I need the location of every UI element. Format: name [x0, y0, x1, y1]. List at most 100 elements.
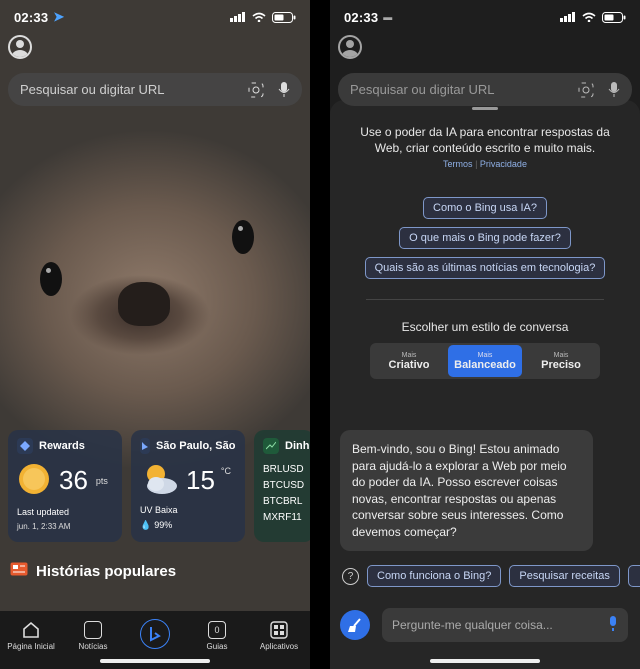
search-placeholder: Pesquisar ou digitar URL	[350, 82, 495, 97]
rewards-card[interactable]: Rewards 36 pts Last updated jun. 1, 2:33…	[8, 430, 122, 542]
ticker-item: BTCUSD	[263, 480, 305, 491]
home-indicator	[430, 659, 540, 663]
microphone-icon[interactable]	[608, 615, 618, 635]
status-time: 02:33	[344, 9, 379, 25]
apps-grid-icon	[270, 621, 288, 639]
status-icons	[560, 11, 626, 23]
wifi-icon	[252, 12, 266, 22]
tab-bing[interactable]	[130, 619, 180, 649]
tab-tabs[interactable]: 0 Guias	[192, 621, 242, 651]
widget-cards: Rewards 36 pts Last updated jun. 1, 2:33…	[8, 430, 310, 542]
tab-apps[interactable]: Aplicativos	[254, 621, 304, 651]
terms-link[interactable]: Termos	[443, 159, 473, 169]
chat-input[interactable]: Pergunte-me qualquer coisa...	[382, 608, 628, 642]
style-creative-button[interactable]: Mais Criativo	[372, 345, 446, 377]
style-heading: Escolher um estilo de conversa	[401, 320, 569, 334]
microphone-icon[interactable]	[278, 81, 290, 98]
battery-icon	[272, 11, 296, 23]
tab-tabs-label: Guias	[206, 642, 228, 651]
legal-links: Termos | Privacidade	[443, 159, 527, 169]
profile-avatar-icon[interactable]	[338, 35, 362, 59]
home-indicator	[100, 659, 210, 663]
weather-temp: 15	[186, 465, 215, 495]
conversation-style-selector: Mais Criativo Mais Balanceado Mais Preciso	[330, 343, 640, 379]
status-icons	[230, 11, 296, 23]
weather-unit: °C	[220, 466, 232, 476]
weather-humidity: 99%	[154, 520, 173, 530]
weather-uv: UV Baixa	[140, 505, 178, 515]
battery-icon	[602, 11, 626, 23]
weather-card[interactable]: São Paulo, São P 15 °C UV Baixa 💧99%	[131, 430, 245, 542]
tab-home-label: Página Inicial	[7, 642, 55, 651]
style-more-label: Mais	[553, 351, 569, 359]
search-bar[interactable]: Pesquisar ou digitar URL	[8, 73, 302, 106]
home-screen: 02:33 ➤ Pesquisar ou digitar URL Rewards…	[0, 0, 310, 669]
welcome-message: Bem-vindo, sou o Bing! Estou animado par…	[340, 430, 593, 551]
rewards-title: Rewards	[39, 440, 85, 452]
compose-area: Pergunte-me qualquer coisa...	[340, 608, 628, 642]
bing-chat-icon	[140, 619, 170, 649]
quick-chip[interactable]: Como funciona o Bing?	[367, 565, 502, 587]
suggestion-chip[interactable]: O que mais o Bing pode fazer?	[399, 227, 571, 249]
bing-chat-screen: 02:33 ▬ Pesquisar ou digitar URL Use o p…	[330, 0, 640, 669]
otter-eye-left	[40, 262, 62, 296]
new-topic-broom-icon[interactable]	[340, 610, 370, 640]
microphone-icon[interactable]	[608, 81, 620, 98]
status-bar: 02:33 ▬	[330, 0, 640, 34]
tab-news[interactable]: Notícias	[68, 621, 118, 651]
money-title: Dinh	[285, 440, 310, 452]
search-bar[interactable]: Pesquisar ou digitar URL	[338, 73, 632, 106]
help-icon[interactable]: ?	[342, 567, 359, 585]
quick-suggestions: ? Como funciona o Bing? Pesquisar receit…	[342, 565, 640, 587]
camera-search-icon[interactable]	[578, 82, 594, 98]
chat-sheet: Use o poder da IA para encontrar respost…	[330, 100, 640, 669]
news-icon	[84, 621, 102, 639]
profile-avatar-icon[interactable]	[8, 35, 32, 59]
camera-search-icon[interactable]	[248, 82, 264, 98]
suggestion-chip[interactable]: Quais são as últimas notícias em tecnolo…	[364, 257, 606, 279]
ticker-item: BTCBRL	[263, 496, 303, 507]
car-icon: ▬	[383, 12, 393, 22]
popular-stories-header[interactable]: Histórias populares	[10, 562, 176, 580]
tabs-count: 0	[208, 621, 226, 639]
tab-apps-label: Aplicativos	[259, 642, 299, 651]
suggestion-chip[interactable]: Como o Bing usa IA?	[423, 197, 547, 219]
quick-chip[interactable]: Pesquisar receitas	[509, 565, 620, 587]
ticker-item: MXRF11	[263, 512, 302, 523]
style-more-label: Mais	[401, 351, 417, 359]
rewards-updated-time: jun. 1, 2:33 AM	[17, 522, 71, 531]
ticker-item: BRLUSD	[263, 464, 304, 475]
wifi-icon	[582, 12, 596, 22]
status-time: 02:33	[14, 9, 49, 25]
style-label: Criativo	[388, 358, 430, 371]
style-label: Balanceado	[454, 358, 516, 371]
chat-input-placeholder: Pergunte-me qualquer coisa...	[392, 618, 553, 632]
tab-news-label: Notícias	[78, 642, 108, 651]
signal-icon	[230, 12, 245, 22]
quick-chip-overflow[interactable]	[627, 565, 640, 587]
sheet-grabber[interactable]	[472, 107, 498, 110]
otter-nose	[118, 282, 170, 326]
privacy-link[interactable]: Privacidade	[480, 159, 527, 169]
rewards-updated-label: Last updated	[17, 507, 70, 517]
otter-eye-right	[232, 220, 254, 254]
ticker-list: BRLUSD BTCUSD BTCBRL MXRF11	[263, 462, 310, 526]
style-balanced-button[interactable]: Mais Balanceado	[448, 345, 522, 377]
status-bar: 02:33 ➤	[0, 0, 310, 34]
chart-icon	[263, 438, 279, 454]
money-card[interactable]: Dinh BRLUSD BTCUSD BTCBRL MXRF11	[254, 430, 310, 542]
rewards-medal-icon	[17, 462, 51, 499]
tab-home[interactable]: Página Inicial	[6, 621, 56, 651]
rewards-unit: pts	[95, 475, 108, 486]
style-label: Preciso	[541, 358, 581, 371]
droplet-icon: 💧	[140, 520, 152, 530]
intro-text: Use o poder da IA para encontrar respost…	[360, 125, 610, 155]
stories-title: Histórias populares	[36, 562, 177, 580]
separator	[366, 299, 604, 300]
rewards-icon	[17, 438, 33, 454]
location-icon: ➤	[53, 9, 65, 24]
bing-weather-icon	[140, 438, 150, 454]
newspaper-icon	[10, 562, 28, 580]
style-precise-button[interactable]: Mais Preciso	[524, 345, 598, 377]
partly-cloudy-night-icon	[140, 462, 180, 499]
